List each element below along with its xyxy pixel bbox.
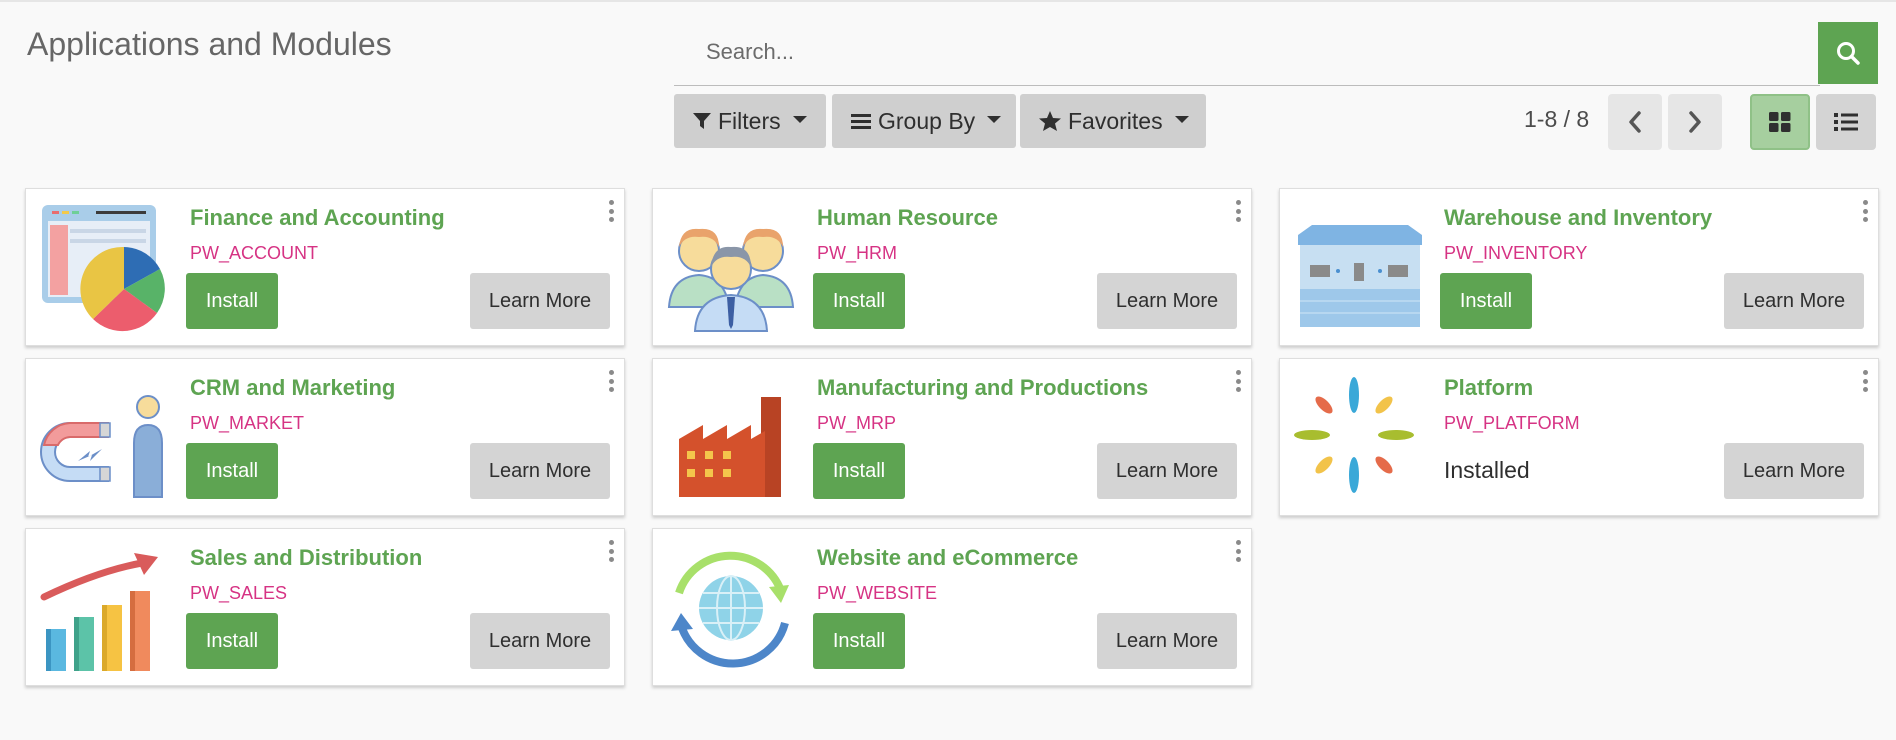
install-button[interactable]: Install — [186, 443, 278, 499]
app-title[interactable]: Website and eCommerce — [817, 545, 1078, 571]
chevron-right-icon — [1689, 111, 1701, 133]
app-card-hr[interactable]: Human Resource PW_HRM Install Learn More — [652, 188, 1252, 346]
factory-icon — [665, 371, 799, 505]
app-technical-name: PW_HRM — [817, 243, 897, 263]
groupby-dropdown[interactable]: Group By — [832, 94, 1016, 148]
more-options-icon[interactable] — [1860, 199, 1870, 223]
more-options-icon[interactable] — [606, 539, 616, 563]
favorites-dropdown[interactable]: Favorites — [1020, 94, 1206, 148]
app-card-manufacturing[interactable]: Manufacturing and Productions PW_MRP Ins… — [652, 358, 1252, 516]
installed-status: Installed — [1444, 457, 1530, 483]
warehouse-icon — [1292, 201, 1426, 335]
app-card-website[interactable]: Website and eCommerce PW_WEBSITE Install… — [652, 528, 1252, 686]
learn-more-button[interactable]: Learn More — [1724, 273, 1864, 329]
app-title[interactable]: CRM and Marketing — [190, 375, 395, 401]
install-button[interactable]: Install — [813, 273, 905, 329]
kanban-view-button[interactable] — [1750, 94, 1810, 150]
app-title[interactable]: Sales and Distribution — [190, 545, 422, 571]
pager-value[interactable]: 1-8 / 8 — [1524, 106, 1589, 133]
app-technical-name: PW_INVENTORY — [1444, 243, 1588, 263]
app-title[interactable]: Manufacturing and Productions — [817, 375, 1148, 401]
app-technical-name: PW_MARKET — [190, 413, 305, 433]
app-technical-name: PW_WEBSITE — [817, 583, 938, 603]
search-bar — [674, 20, 1820, 86]
learn-more-button[interactable]: Learn More — [1097, 273, 1237, 329]
app-technical-name: PW_SALES — [190, 583, 288, 603]
groupby-label: Group By — [878, 107, 976, 134]
app-title[interactable]: Platform — [1444, 375, 1533, 401]
learn-more-button[interactable]: Learn More — [1097, 443, 1237, 499]
app-title[interactable]: Human Resource — [817, 205, 998, 231]
list-view-button[interactable] — [1816, 94, 1876, 150]
sales-bars-icon — [38, 541, 172, 675]
app-technical-name: PW_PLATFORM — [1444, 413, 1580, 433]
install-button[interactable]: Install — [186, 613, 278, 669]
more-options-icon[interactable] — [1233, 199, 1243, 223]
page-title: Applications and Modules — [27, 26, 392, 62]
magnet-person-icon — [38, 371, 172, 505]
install-button[interactable]: Install — [813, 613, 905, 669]
platform-petals-icon — [1292, 371, 1426, 505]
chevron-down-icon — [987, 115, 1002, 123]
grid-icon — [1769, 112, 1791, 132]
app-card-finance[interactable]: Finance and Accounting PW_ACCOUNT Instal… — [25, 188, 625, 346]
more-options-icon[interactable] — [606, 369, 616, 393]
globe-sync-icon — [665, 541, 799, 675]
people-group-icon — [665, 201, 799, 335]
star-icon — [1038, 110, 1062, 132]
list-icon — [1834, 113, 1858, 131]
finance-chart-icon — [38, 201, 172, 335]
filters-label: Filters — [718, 107, 781, 134]
favorites-label: Favorites — [1068, 107, 1163, 134]
search-button[interactable] — [1818, 22, 1878, 84]
more-options-icon[interactable] — [1233, 369, 1243, 393]
bars-icon — [850, 111, 872, 131]
learn-more-button[interactable]: Learn More — [1724, 443, 1864, 499]
search-icon — [1837, 42, 1860, 65]
app-technical-name: PW_ACCOUNT — [190, 243, 319, 263]
more-options-icon[interactable] — [1860, 369, 1870, 393]
learn-more-button[interactable]: Learn More — [1097, 613, 1237, 669]
more-options-icon[interactable] — [1233, 539, 1243, 563]
control-panel: Applications and Modules Filters Group B… — [0, 0, 1896, 166]
install-button[interactable]: Install — [186, 273, 278, 329]
app-card-warehouse[interactable]: Warehouse and Inventory PW_INVENTORY Ins… — [1279, 188, 1879, 346]
app-card-platform[interactable]: Platform PW_PLATFORM Installed Learn Mor… — [1279, 358, 1879, 516]
more-options-icon[interactable] — [606, 199, 616, 223]
filters-dropdown[interactable]: Filters — [674, 94, 826, 148]
learn-more-button[interactable]: Learn More — [470, 613, 610, 669]
app-card-sales[interactable]: Sales and Distribution PW_SALES Install … — [25, 528, 625, 686]
chevron-down-icon — [792, 115, 807, 123]
search-input[interactable] — [674, 20, 1818, 84]
app-technical-name: PW_MRP — [817, 413, 897, 433]
app-title[interactable]: Warehouse and Inventory — [1444, 205, 1712, 231]
app-title[interactable]: Finance and Accounting — [190, 205, 445, 231]
learn-more-button[interactable]: Learn More — [470, 443, 610, 499]
chevron-down-icon — [1174, 115, 1189, 123]
learn-more-button[interactable]: Learn More — [470, 273, 610, 329]
pager-next-button[interactable] — [1668, 94, 1722, 150]
pager-previous-button[interactable] — [1608, 94, 1662, 150]
chevron-left-icon — [1629, 111, 1641, 133]
install-button[interactable]: Install — [1440, 273, 1532, 329]
app-card-crm[interactable]: CRM and Marketing PW_MARKET Install Lear… — [25, 358, 625, 516]
install-button[interactable]: Install — [813, 443, 905, 499]
filter-icon — [692, 111, 712, 131]
